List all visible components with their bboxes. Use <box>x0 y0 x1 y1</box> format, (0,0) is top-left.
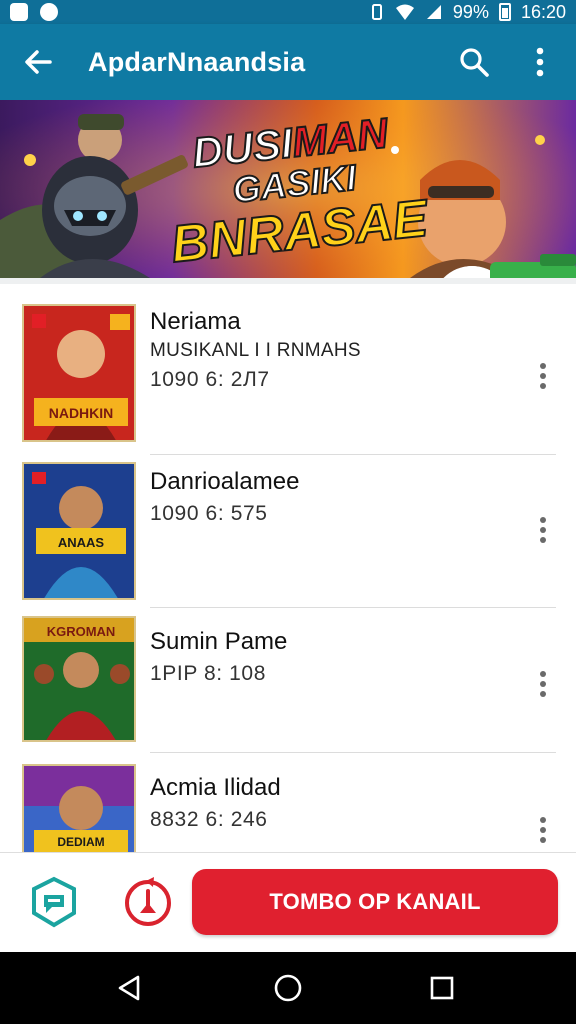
status-time: 16:20 <box>520 1 566 22</box>
game-list: NADHKIN Neriama MUSIKANL I I RNMAHS 1090… <box>0 284 576 852</box>
list-item-info: Neriama MUSIKANL I I RNMAHS 1090 6: 2Л7 <box>150 308 361 392</box>
square-recent-icon <box>430 976 454 1000</box>
more-dot <box>540 527 546 533</box>
app-notification-icon <box>40 3 58 21</box>
list-item-title: Neriama <box>150 308 241 335</box>
row-menu-button[interactable] <box>528 510 558 550</box>
divider <box>150 752 556 753</box>
battery-icon <box>498 3 511 21</box>
alert-pin-icon <box>125 877 171 926</box>
wifi-icon <box>395 4 414 20</box>
back-button[interactable] <box>16 40 60 84</box>
promo-banner[interactable]: DUSIMAN GASIKI BNRASAE <box>0 100 576 278</box>
divider <box>150 607 556 608</box>
svg-text:KGROMAN: KGROMAN <box>47 624 116 639</box>
battery-percent: 99% <box>452 1 489 22</box>
game-cover-art: ANAAS <box>24 464 134 598</box>
more-dot <box>540 827 546 833</box>
circle-home-icon <box>274 974 302 1002</box>
game-cover-art: DEDIAM <box>24 766 134 852</box>
more-dot <box>540 383 546 389</box>
vibrate-icon <box>371 4 382 20</box>
system-nav-bar <box>0 952 576 1024</box>
banner-title: DUSIMAN GASIKI BNRASAE <box>162 100 432 278</box>
overflow-menu-button[interactable] <box>520 42 560 82</box>
more-dot <box>540 837 546 843</box>
signal-icon <box>426 5 441 19</box>
status-bar: 99% 16:20 <box>0 0 576 24</box>
chat-button[interactable] <box>26 875 82 931</box>
list-item[interactable]: ANAAS Danrioalamee 1090 6: 575 <box>0 462 576 616</box>
chat-badge-icon <box>32 876 76 928</box>
list-item[interactable]: KGROMAN Sumin Pame 1PIP 8: 108 <box>0 616 576 770</box>
list-item-title: Danrioalamee <box>150 468 300 495</box>
app-actions <box>454 42 560 82</box>
list-item-meta: 8832 6: 246 <box>150 808 268 831</box>
list-item-title: Acmia Ilidad <box>150 774 281 801</box>
svg-text:NADHKIN: NADHKIN <box>49 405 114 421</box>
bottom-action-bar: TOMBO OP KANAIL <box>0 852 576 952</box>
more-vertical-icon <box>536 47 544 77</box>
more-vertical-icon <box>540 671 546 677</box>
svg-text:ANAAS: ANAAS <box>58 535 105 550</box>
more-dot <box>540 691 546 697</box>
list-item-meta: 1090 6: 575 <box>150 502 268 525</box>
svg-text:DEDIAM: DEDIAM <box>57 835 104 849</box>
game-thumbnail: NADHKIN <box>22 304 136 442</box>
banner-title-line3: BNRASAE <box>168 188 432 275</box>
list-item-info: Acmia Ilidad 8832 6: 246 <box>150 774 281 832</box>
row-menu-button[interactable] <box>528 664 558 704</box>
more-dot <box>540 537 546 543</box>
game-cover-art: KGROMAN <box>24 618 134 740</box>
game-thumbnail: KGROMAN <box>22 616 136 742</box>
list-item-meta: 1PIP 8: 108 <box>150 662 266 685</box>
divider <box>150 454 556 455</box>
triangle-back-icon <box>118 975 140 1001</box>
more-dot <box>540 681 546 687</box>
list-item-title: Sumin Pame <box>150 628 288 655</box>
app-bar: ApdarNnaandsia <box>0 24 576 100</box>
list-item-info: Danrioalamee 1090 6: 575 <box>150 468 299 526</box>
notification-icon <box>10 3 28 21</box>
more-vertical-icon <box>540 817 546 823</box>
arrow-left-icon <box>25 50 52 74</box>
game-thumbnail: ANAAS <box>22 462 136 600</box>
game-cover-art: NADHKIN <box>24 306 134 440</box>
list-item-meta: 1090 6: 2Л7 <box>150 368 270 391</box>
more-vertical-icon <box>540 517 546 523</box>
nav-back-button[interactable] <box>110 968 150 1008</box>
search-icon <box>460 48 489 77</box>
list-item[interactable]: DEDIAM Acmia Ilidad 8832 6: 246 <box>0 764 576 852</box>
row-menu-button[interactable] <box>528 356 558 396</box>
list-item-info: Sumin Pame 1PIP 8: 108 <box>150 628 287 686</box>
nav-home-button[interactable] <box>268 968 308 1008</box>
list-item[interactable]: NADHKIN Neriama MUSIKANL I I RNMAHS 1090… <box>0 302 576 456</box>
more-dot <box>540 373 546 379</box>
primary-cta-button[interactable]: TOMBO OP KANAIL <box>192 869 558 935</box>
search-button[interactable] <box>454 42 494 82</box>
status-left <box>10 3 58 21</box>
page-title: ApdarNnaandsia <box>88 46 306 77</box>
alert-button[interactable] <box>120 875 176 931</box>
list-item-subtitle: MUSIKANL I I RNMAHS <box>150 340 361 361</box>
more-vertical-icon <box>540 363 546 369</box>
row-menu-button[interactable] <box>528 810 558 850</box>
nav-recent-button[interactable] <box>422 968 462 1008</box>
status-right: 99% 16:20 <box>369 2 566 23</box>
game-thumbnail: DEDIAM <box>22 764 136 852</box>
